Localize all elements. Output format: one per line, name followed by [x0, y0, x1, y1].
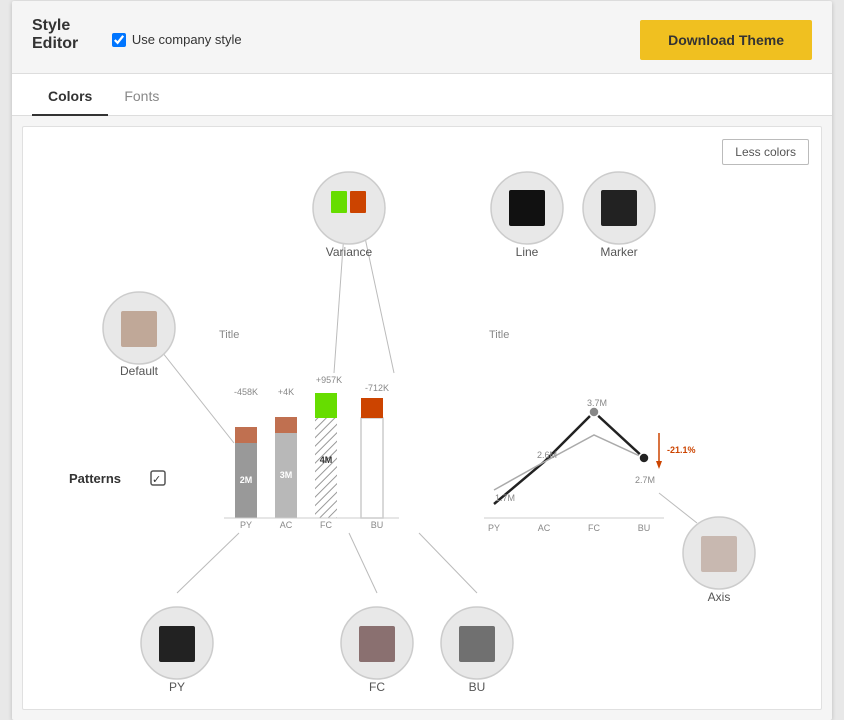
- py-bar-annotation: 2M: [240, 475, 253, 485]
- right-chart-title: Title: [489, 329, 509, 341]
- fc-bar-green: [315, 393, 337, 418]
- ac-x-label: AC: [280, 520, 293, 530]
- fc-bar-annotation: 4M: [320, 455, 333, 465]
- connector-line: [349, 533, 377, 593]
- tabs-row: Colors Fonts: [12, 74, 832, 116]
- variance-arrowhead: [656, 461, 662, 469]
- variance-circle[interactable]: [313, 172, 385, 244]
- py-x-label: PY: [240, 520, 252, 530]
- download-theme-button[interactable]: Download Theme: [640, 20, 812, 60]
- line-bu-label: 2.7M: [635, 475, 655, 485]
- py-bar-top: [235, 427, 257, 443]
- patterns-label: Patterns: [69, 471, 121, 486]
- use-company-style-text: Use company style: [132, 32, 242, 47]
- fc-top-label: +957K: [316, 375, 342, 385]
- line-label: Line: [516, 245, 539, 259]
- default-swatch: [121, 311, 157, 347]
- fc-bottom-label: FC: [369, 680, 385, 693]
- line-fc-label: 3.7M: [587, 398, 607, 408]
- fc-bottom-swatch: [359, 626, 395, 662]
- py-bottom-label: PY: [169, 680, 185, 693]
- ac-bar-top: [275, 417, 297, 433]
- line-dot-fc: [589, 407, 599, 417]
- line-chart-line1: [494, 412, 644, 504]
- connector-line: [177, 533, 239, 593]
- py-top-label: -458K: [234, 387, 258, 397]
- panel-title: Style Editor: [32, 17, 112, 53]
- content-area: Less colors Default Variance: [22, 126, 822, 710]
- less-colors-button[interactable]: Less colors: [722, 139, 809, 165]
- line-py-x: PY: [488, 523, 500, 533]
- py-bottom-swatch: [159, 626, 195, 662]
- fc-bar-hatch: [315, 418, 337, 518]
- default-label: Default: [120, 364, 159, 378]
- line-fc-x: FC: [588, 523, 600, 533]
- tab-colors[interactable]: Colors: [32, 74, 108, 116]
- use-company-style-label[interactable]: Use company style: [112, 32, 242, 47]
- marker-label: Marker: [600, 245, 637, 259]
- line-bu-x: BU: [638, 523, 651, 533]
- ac-top-label: +4K: [278, 387, 294, 397]
- bu-bottom-swatch: [459, 626, 495, 662]
- line-py-label: 1.7M: [495, 493, 515, 503]
- marker-swatch: [601, 190, 637, 226]
- left-chart-title: Title: [219, 329, 239, 341]
- use-company-style-checkbox[interactable]: [112, 33, 126, 47]
- visualization-svg: Default Variance Line Marker Title -458K: [39, 153, 819, 693]
- line-ac-label: 2.6M: [537, 450, 557, 460]
- axis-swatch: [701, 536, 737, 572]
- variance-label: Variance: [326, 245, 373, 259]
- bu-top-label: -712K: [365, 383, 389, 393]
- line-ac-x: AC: [538, 523, 551, 533]
- connector-line: [419, 533, 477, 593]
- variance-annotation: -21.1%: [667, 445, 696, 455]
- patterns-checkmark: ✓: [152, 474, 161, 486]
- ac-bar-annotation: 3M: [280, 470, 293, 480]
- variance-orange-swatch: [350, 191, 366, 213]
- bu-bar-orange: [361, 398, 383, 418]
- line-swatch: [509, 190, 545, 226]
- line-chart-line2: [494, 435, 644, 490]
- bu-x-label: BU: [371, 520, 384, 530]
- bu-bar-outline: [361, 418, 383, 518]
- style-editor-panel: Style Editor Use company style Download …: [12, 1, 832, 720]
- bu-bottom-label: BU: [469, 680, 486, 693]
- tab-fonts[interactable]: Fonts: [108, 74, 175, 116]
- connector-line: [659, 493, 697, 523]
- fc-x-label: FC: [320, 520, 332, 530]
- line-dot-bu: [639, 453, 649, 463]
- axis-label: Axis: [708, 590, 731, 604]
- panel-header: Style Editor Use company style Download …: [12, 1, 832, 74]
- variance-green-swatch: [331, 191, 347, 213]
- header-row: Use company style Download Theme: [112, 20, 812, 60]
